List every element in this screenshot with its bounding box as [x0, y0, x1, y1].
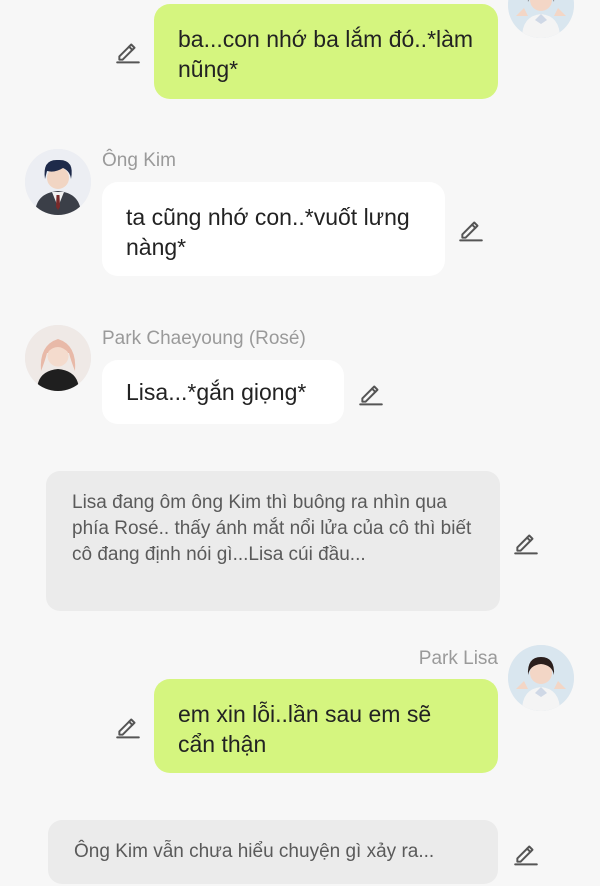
- sender-name: Park Lisa: [418, 648, 498, 669]
- edit-pencil-icon[interactable]: [458, 216, 484, 242]
- message-bubble-other: ta cũng nhớ con..*vuốt lưng nàng*: [102, 182, 445, 276]
- edit-pencil-icon[interactable]: [513, 529, 539, 555]
- chat-stage: ba...con nhớ ba lắm đó..*làm nũng* Ông K…: [0, 0, 600, 886]
- narration-bubble: Lisa đang ôm ông Kim thì buông ra nhìn q…: [46, 471, 500, 611]
- edit-pencil-icon[interactable]: [115, 38, 141, 64]
- narration-bubble: Ông Kim vẫn chưa hiểu chuyện gì xảy ra..…: [48, 820, 498, 884]
- edit-pencil-icon[interactable]: [115, 713, 141, 739]
- avatar-park-chaeyoung[interactable]: [25, 325, 91, 391]
- message-bubble-mine: em xin lỗi..lần sau em sẽ cẩn thận: [154, 679, 498, 773]
- sender-name: Park Chaeyoung (Rosé): [102, 328, 306, 349]
- edit-pencil-icon[interactable]: [513, 840, 539, 866]
- avatar-park-lisa[interactable]: [508, 0, 574, 38]
- message-bubble-other: Lisa...*gắn giọng*: [102, 360, 344, 424]
- avatar-park-lisa[interactable]: [508, 645, 574, 711]
- avatar-ong-kim[interactable]: [25, 149, 91, 215]
- sender-name: Ông Kim: [102, 150, 176, 171]
- message-bubble-mine: ba...con nhớ ba lắm đó..*làm nũng*: [154, 4, 498, 99]
- edit-pencil-icon[interactable]: [358, 380, 384, 406]
